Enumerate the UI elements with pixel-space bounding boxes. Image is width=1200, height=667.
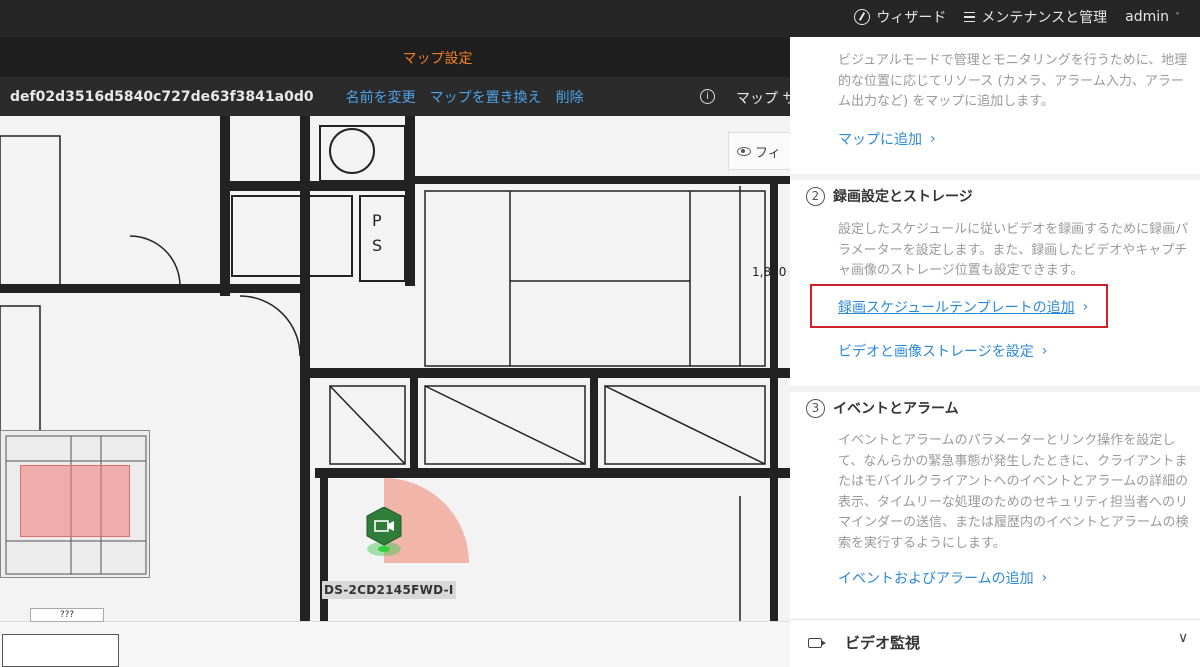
compass-icon	[854, 9, 871, 25]
add-schedule-template-link[interactable]: 録画スケジュールテンプレートの追加 ›	[838, 297, 1088, 317]
svg-text:S: S	[372, 236, 382, 255]
minimap-viewport[interactable]	[20, 465, 130, 537]
map-settings-label[interactable]: マップ サ	[736, 88, 796, 108]
storage-settings-link[interactable]: ビデオと画像ストレージを設定 ›	[838, 341, 1047, 361]
chevron-right-icon: ›	[1041, 570, 1048, 586]
page-title: マップ設定	[402, 51, 473, 67]
add-event-alarm-label: イベントおよびアラームの追加	[838, 571, 1034, 587]
section-map: ビジュアルモードで管理とモニタリングを行うために、地理的な位置に応じてリソース …	[790, 37, 1200, 174]
chevron-right-icon: ›	[1041, 343, 1048, 359]
section-recording-header: 2 録画設定とストレージ	[806, 186, 973, 206]
section-recording: 2 録画設定とストレージ 設定したスケジュールに従いビデオを録画するために録画パ…	[790, 180, 1200, 386]
section-video-surveillance[interactable]: ビデオ監視 ∨	[790, 619, 1200, 667]
replace-map-button[interactable]: マップを置き換え	[430, 87, 542, 107]
map-toolbar: def02d3516d5840c727de63f3841a0d0 名前を変更 マ…	[0, 77, 796, 116]
video-camera-icon	[808, 638, 826, 648]
chevron-down-icon[interactable]: ∨	[1178, 630, 1188, 646]
top-bar: ウィザード メンテナンスと管理 admin ˅	[0, 0, 1200, 37]
add-to-map-link[interactable]: マップに追加 ›	[838, 129, 936, 149]
info-icon[interactable]: i	[700, 89, 715, 104]
camera-marker[interactable]	[365, 507, 403, 556]
section-events-description: イベントとアラームのパラメーターとリンク操作を設定して、なんらかの緊急事態が発生…	[838, 433, 1189, 551]
map-id: def02d3516d5840c727de63f3841a0d0	[10, 88, 314, 105]
add-to-map-label: マップに追加	[838, 132, 922, 148]
section-video-title: ビデオ監視	[845, 634, 921, 652]
wizard-panel: ビジュアルモードで管理とモニタリングを行うために、地理的な位置に応じてリソース …	[790, 37, 1200, 667]
top-bar-actions: ウィザード メンテナンスと管理 admin ˅	[854, 0, 1180, 34]
wizard-button[interactable]: ウィザード	[854, 7, 946, 27]
section-map-description: ビジュアルモードで管理とモニタリングを行うために、地理的な位置に応じてリソース …	[838, 53, 1188, 109]
map-title-bar: マップ設定	[0, 37, 790, 77]
minimap-label: ???	[30, 608, 104, 622]
delete-button[interactable]: 削除	[556, 87, 584, 107]
wizard-label: ウィザード	[876, 10, 947, 26]
camera-icon	[366, 507, 402, 556]
user-label: admin	[1125, 9, 1169, 25]
camera-label: DS-2CD2145FWD-I	[322, 581, 456, 599]
filter-label: フィ	[755, 145, 781, 161]
maintenance-button[interactable]: メンテナンスと管理	[964, 7, 1107, 27]
menu-icon	[964, 12, 976, 22]
section-events: 3 イベントとアラーム イベントとアラームのパラメーターとリンク操作を設定して、…	[790, 392, 1200, 623]
step-number: 2	[806, 186, 825, 206]
step-number: 3	[806, 398, 825, 418]
storage-settings-label: ビデオと画像ストレージを設定	[838, 344, 1034, 360]
section-events-title: イベントとアラーム	[833, 401, 959, 417]
rename-button[interactable]: 名前を変更	[346, 87, 416, 107]
eye-icon	[737, 146, 751, 156]
section-recording-description: 設定したスケジュールに従いビデオを録画するために録画パラメーターを設定します。ま…	[838, 222, 1189, 278]
svg-text:1,840: 1,840	[752, 265, 786, 279]
chevron-right-icon: ›	[1082, 299, 1089, 315]
chevron-down-icon: ˅	[1175, 11, 1180, 23]
add-event-alarm-link[interactable]: イベントおよびアラームの追加 ›	[838, 568, 1047, 588]
svg-text:P: P	[372, 211, 382, 230]
minimap[interactable]	[0, 430, 150, 578]
maintenance-label: メンテナンスと管理	[981, 10, 1108, 26]
map-thumbnail[interactable]	[2, 634, 119, 667]
user-menu[interactable]: admin ˅	[1125, 9, 1180, 25]
chevron-right-icon: ›	[930, 131, 936, 147]
section-recording-title: 録画設定とストレージ	[833, 189, 973, 205]
map-canvas[interactable]: P S 1,840 フィ DS-2CD2145FWD-I ???	[0, 116, 790, 667]
add-schedule-template-label: 録画スケジュールテンプレートの追加	[838, 300, 1075, 316]
filter-button[interactable]: フィ	[728, 132, 790, 170]
section-events-header: 3 イベントとアラーム	[806, 398, 959, 418]
